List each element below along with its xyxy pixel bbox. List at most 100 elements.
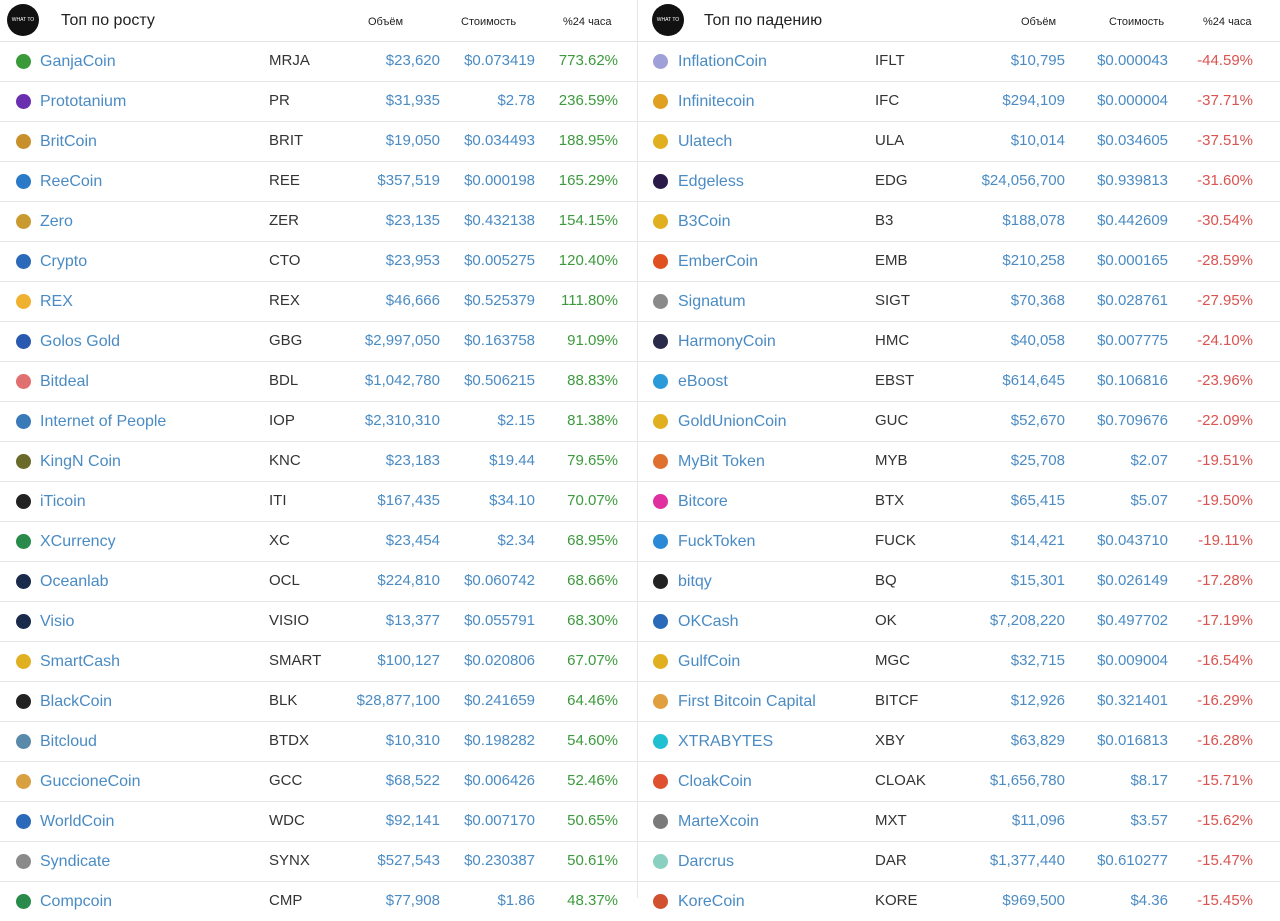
coin-name-link[interactable]: Edgeless [678, 173, 744, 191]
coin-row[interactable]: GanjaCoin MRJA $23,620 $0.073419 773.62% [0, 42, 637, 82]
whattomine-logo[interactable]: WHAT TO MINE [652, 4, 684, 36]
coin-name-link[interactable]: MyBit Token [678, 453, 765, 471]
coin-row[interactable]: HarmonyCoin HMC $40,058 $0.007775 -24.10% [638, 322, 1280, 362]
coin-name-link[interactable]: GanjaCoin [40, 53, 116, 71]
coin-row[interactable]: BlackCoin BLK $28,877,100 $0.241659 64.46% [0, 682, 637, 722]
coin-row[interactable]: Infinitecoin IFC $294,109 $0.000004 -37.71% [638, 82, 1280, 122]
coin-name-link[interactable]: ReeCoin [40, 173, 102, 191]
coin-name-link[interactable]: XTRABYTES [678, 733, 773, 751]
coin-name-link[interactable]: Visio [40, 613, 74, 631]
coin-row[interactable]: WorldCoin WDC $92,141 $0.007170 50.65% [0, 802, 637, 842]
coin-row[interactable]: CloakCoin CLOAK $1,656,780 $8.17 -15.71% [638, 762, 1280, 802]
coin-row[interactable]: Ulatech ULA $10,014 $0.034605 -37.51% [638, 122, 1280, 162]
coin-name-link[interactable]: GulfCoin [678, 653, 740, 671]
coin-row[interactable]: Crypto CTO $23,953 $0.005275 120.40% [0, 242, 637, 282]
coin-name-link[interactable]: BritCoin [40, 133, 97, 151]
infinite-icon [653, 94, 668, 109]
coin-row[interactable]: Compcoin CMP $77,908 $1.86 48.37% [0, 882, 637, 921]
coin-change: 52.46% [567, 772, 618, 789]
coin-name-link[interactable]: BlackCoin [40, 693, 112, 711]
coin-name-link[interactable]: InflationCoin [678, 53, 767, 71]
coin-price: $1.86 [497, 892, 535, 909]
coin-name-link[interactable]: OKCash [678, 613, 738, 631]
coin-name-link[interactable]: First Bitcoin Capital [678, 693, 816, 711]
coin-name-link[interactable]: WorldCoin [40, 813, 114, 831]
coin-name-link[interactable]: B3Coin [678, 213, 730, 231]
coin-row[interactable]: KoreCoin KORE $969,500 $4.36 -15.45% [638, 882, 1280, 921]
coin-name-link[interactable]: eBoost [678, 373, 728, 391]
coin-name-link[interactable]: Prototanium [40, 93, 126, 111]
coin-name-link[interactable]: Ulatech [678, 133, 732, 151]
coin-name-link[interactable]: GuccioneCoin [40, 773, 141, 791]
coin-name-link[interactable]: KingN Coin [40, 453, 121, 471]
coin-row[interactable]: GulfCoin MGC $32,715 $0.009004 -16.54% [638, 642, 1280, 682]
coin-row[interactable]: iTicoin ITI $167,435 $34.10 70.07% [0, 482, 637, 522]
coin-row[interactable]: Internet of People IOP $2,310,310 $2.15 81.3… [0, 402, 637, 442]
coin-name-link[interactable]: Oceanlab [40, 573, 109, 591]
coin-name-link[interactable]: Bitdeal [40, 373, 89, 391]
coin-name-link[interactable]: MarteXcoin [678, 813, 759, 831]
coin-row[interactable]: MyBit Token MYB $25,708 $2.07 -19.51% [638, 442, 1280, 482]
coin-row[interactable]: Zero ZER $23,135 $0.432138 154.15% [0, 202, 637, 242]
compcoin-icon [16, 894, 31, 909]
coin-row[interactable]: SmartCash SMART $100,127 $0.020806 67.07% [0, 642, 637, 682]
coin-name-link[interactable]: GoldUnionCoin [678, 413, 787, 431]
coin-name-link[interactable]: REX [40, 293, 73, 311]
coin-row[interactable]: FuckToken FUCK $14,421 $0.043710 -19.11% [638, 522, 1280, 562]
coin-row[interactable]: Bitcore BTX $65,415 $5.07 -19.50% [638, 482, 1280, 522]
coin-row[interactable]: XCurrency XC $23,454 $2.34 68.95% [0, 522, 637, 562]
coin-row[interactable]: eBoost EBST $614,645 $0.106816 -23.96% [638, 362, 1280, 402]
coin-row[interactable]: Prototanium PR $31,935 $2.78 236.59% [0, 82, 637, 122]
coin-row[interactable]: GuccioneCoin GCC $68,522 $0.006426 52.46% [0, 762, 637, 802]
coin-row[interactable]: Bitdeal BDL $1,042,780 $0.506215 88.83% [0, 362, 637, 402]
coin-name-link[interactable]: XCurrency [40, 533, 116, 551]
coin-name-link[interactable]: Golos Gold [40, 333, 120, 351]
coin-name-link[interactable]: Zero [40, 213, 73, 231]
coin-row[interactable]: B3Coin B3 $188,078 $0.442609 -30.54% [638, 202, 1280, 242]
coin-price: $0.442609 [1097, 212, 1168, 229]
leaf-icon [16, 54, 31, 69]
coin-row[interactable]: OKCash OK $7,208,220 $0.497702 -17.19% [638, 602, 1280, 642]
coin-row[interactable]: REX REX $46,666 $0.525379 111.80% [0, 282, 637, 322]
coin-row[interactable]: Bitcloud BTDX $10,310 $0.198282 54.60% [0, 722, 637, 762]
coin-row[interactable]: ReeCoin REE $357,519 $0.000198 165.29% [0, 162, 637, 202]
coin-row[interactable]: BritCoin BRIT $19,050 $0.034493 188.95% [0, 122, 637, 162]
coin-row[interactable]: Oceanlab OCL $224,810 $0.060742 68.66% [0, 562, 637, 602]
coin-name-link[interactable]: bitqy [678, 573, 712, 591]
coin-name-link[interactable]: Compcoin [40, 893, 112, 911]
coin-row[interactable]: GoldUnionCoin GUC $52,670 $0.709676 -22.09% [638, 402, 1280, 442]
coin-name-link[interactable]: Crypto [40, 253, 87, 271]
coin-row[interactable]: Darcrus DAR $1,377,440 $0.610277 -15.47% [638, 842, 1280, 882]
coin-name-link[interactable]: EmberCoin [678, 253, 758, 271]
whattomine-logo[interactable]: WHAT TO MINE [7, 4, 39, 36]
coin-name-link[interactable]: KoreCoin [678, 893, 745, 911]
coin-name-link[interactable]: Bitcore [678, 493, 728, 511]
coin-name-link[interactable]: Bitcloud [40, 733, 97, 751]
coin-name-link[interactable]: CloakCoin [678, 773, 752, 791]
coin-price: $0.055791 [464, 612, 535, 629]
coin-row[interactable]: MarteXcoin MXT $11,096 $3.57 -15.62% [638, 802, 1280, 842]
coin-name-link[interactable]: Darcrus [678, 853, 734, 871]
coin-row[interactable]: KingN Coin KNC $23,183 $19.44 79.65% [0, 442, 637, 482]
coin-name-link[interactable]: HarmonyCoin [678, 333, 776, 351]
coin-row[interactable]: Syndicate SYNX $527,543 $0.230387 50.61% [0, 842, 637, 882]
coin-row[interactable]: Signatum SIGT $70,368 $0.028761 -27.95% [638, 282, 1280, 322]
coin-name-link[interactable]: Syndicate [40, 853, 110, 871]
pr-icon [16, 94, 31, 109]
coin-price: $2.15 [497, 412, 535, 429]
coin-name-link[interactable]: SmartCash [40, 653, 120, 671]
coin-row[interactable]: InflationCoin IFLT $10,795 $0.000043 -44.59% [638, 42, 1280, 82]
coin-name-link[interactable]: FuckToken [678, 533, 755, 551]
coin-row[interactable]: First Bitcoin Capital BITCF $12,926 $0.3214… [638, 682, 1280, 722]
coin-row[interactable]: Edgeless EDG $24,056,700 $0.939813 -31.60% [638, 162, 1280, 202]
coin-name-link[interactable]: Infinitecoin [678, 93, 755, 111]
coin-row[interactable]: XTRABYTES XBY $63,829 $0.016813 -16.28% [638, 722, 1280, 762]
coin-name-link[interactable]: Signatum [678, 293, 746, 311]
coin-symbol: VISIO [269, 612, 310, 629]
coin-row[interactable]: Visio VISIO $13,377 $0.055791 68.30% [0, 602, 637, 642]
coin-row[interactable]: Golos Gold GBG $2,997,050 $0.163758 91.09% [0, 322, 637, 362]
coin-row[interactable]: bitqy BQ $15,301 $0.026149 -17.28% [638, 562, 1280, 602]
coin-name-link[interactable]: iTicoin [40, 493, 86, 511]
coin-name-link[interactable]: Internet of People [40, 413, 166, 431]
coin-row[interactable]: EmberCoin EMB $210,258 $0.000165 -28.59% [638, 242, 1280, 282]
